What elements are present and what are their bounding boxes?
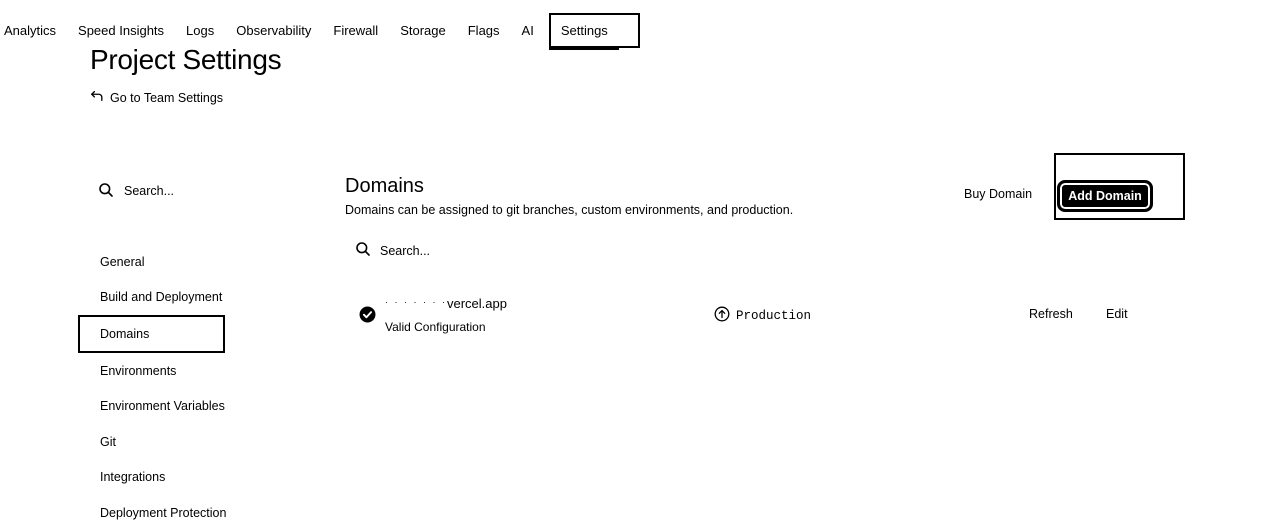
arrow-up-circle-icon <box>714 306 730 326</box>
domain-name-link[interactable]: · · · · · · ·vercel.app <box>385 296 507 311</box>
sidebar-item-general[interactable]: General <box>78 244 298 280</box>
section-title: Domains <box>345 175 424 197</box>
nav-tab-settings[interactable]: Settings <box>548 12 640 50</box>
add-domain-button[interactable]: Add Domain <box>1057 180 1153 212</box>
settings-sidebar: General Build and Deployment Domains Env… <box>78 244 298 531</box>
nav-tab-firewall[interactable]: Firewall <box>322 13 389 47</box>
sidebar-item-build-and-deployment[interactable]: Build and Deployment <box>78 280 298 316</box>
nav-tab-flags[interactable]: Flags <box>457 13 511 47</box>
nav-tab-ai[interactable]: AI <box>511 13 545 47</box>
domain-name-suffix: vercel.app <box>446 296 507 311</box>
search-icon <box>98 182 114 201</box>
top-nav: Analytics Speed Insights Logs Observabil… <box>0 12 640 50</box>
check-circle-icon <box>359 306 376 323</box>
domain-row: · · · · · · ·vercel.app Valid Configurat… <box>345 290 1145 340</box>
sidebar-item-environments[interactable]: Environments <box>78 353 298 389</box>
domains-search <box>355 241 580 261</box>
nav-tab-observability[interactable]: Observability <box>225 13 322 47</box>
edit-button[interactable]: Edit <box>1106 307 1128 321</box>
sidebar-item-git[interactable]: Git <box>78 424 298 460</box>
return-arrow-icon <box>90 89 104 106</box>
buy-domain-button[interactable]: Buy Domain <box>964 187 1032 201</box>
sidebar-search-input[interactable] <box>124 184 274 198</box>
back-link-label: Go to Team Settings <box>110 90 224 105</box>
domain-environment: Production <box>714 306 811 326</box>
refresh-button[interactable]: Refresh <box>1029 307 1073 321</box>
search-icon <box>355 241 371 262</box>
sidebar-item-domains[interactable]: Domains <box>78 315 225 353</box>
sidebar-item-environment-variables[interactable]: Environment Variables <box>78 389 298 425</box>
sidebar-search <box>98 180 288 202</box>
domains-search-input[interactable] <box>380 244 580 258</box>
sidebar-item-integrations[interactable]: Integrations <box>78 460 298 496</box>
domain-name-masked: · · · · · · · <box>385 297 447 307</box>
nav-tab-storage[interactable]: Storage <box>389 13 457 47</box>
go-to-team-settings-link[interactable]: Go to Team Settings <box>90 89 223 106</box>
nav-tab-logs[interactable]: Logs <box>175 13 225 47</box>
environment-label: Production <box>736 309 812 323</box>
section-subtitle: Domains can be assigned to git branches,… <box>345 203 794 217</box>
page-title: Project Settings <box>90 44 282 75</box>
domain-status: Valid Configuration <box>385 320 486 334</box>
nav-tab-analytics[interactable]: Analytics <box>0 13 67 47</box>
nav-tab-speed-insights[interactable]: Speed Insights <box>67 13 175 47</box>
